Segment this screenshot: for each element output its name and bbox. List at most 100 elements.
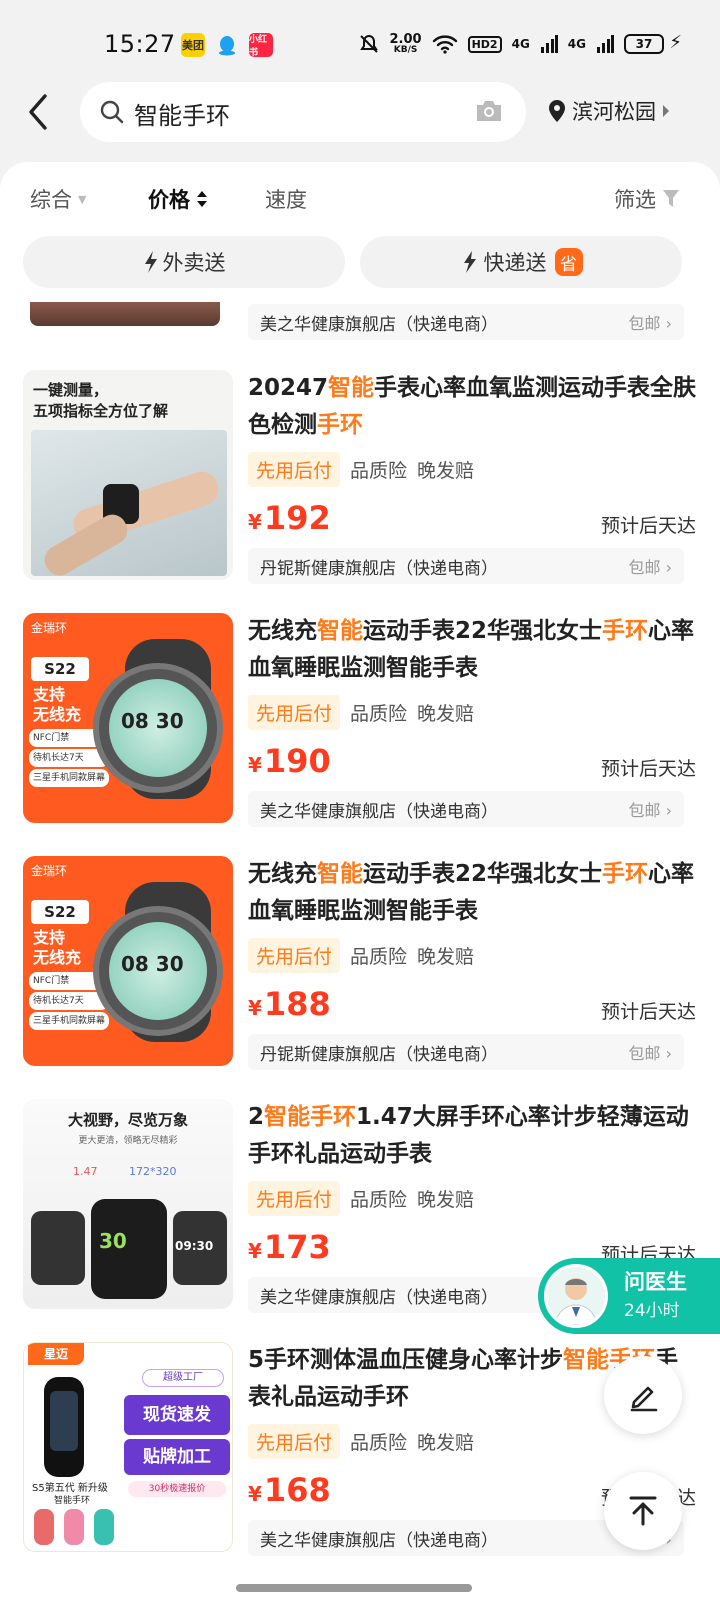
location-label: 滨河松园 (572, 100, 656, 124)
sort-price[interactable]: 价格 (148, 184, 208, 214)
delivery-filters: 外卖送 快递送 省 (0, 236, 720, 288)
price-row: ¥188 预计后天达 (248, 985, 698, 1031)
meituan-app-icon: 美团 (181, 33, 205, 57)
ask-doctor-title: 问医生 (624, 1270, 687, 1294)
sort-comprehensive-label: 综合 (30, 188, 72, 212)
takeout-label: 外卖送 (162, 251, 226, 275)
delivery-eta: 预计后天达 (600, 1001, 696, 1023)
product-title[interactable]: 无线充智能运动手表22华强北女士手环心率血氧睡眠监测智能手表 (248, 856, 698, 930)
product-card[interactable]: 一键测量， 五项指标全方位了解 20247智能手表心率血氧监测运动手表全肤色检测… (0, 370, 720, 610)
product-thumbnail[interactable]: 金瑞环 S22 支持 无线充 NFC门禁 待机长达7天 三星手机同款屏幕 08 … (23, 856, 233, 1066)
store-name: 美之华健康旗舰店（快递电商） (260, 1287, 498, 1308)
product-title[interactable]: 2智能手环1.47大屏手环心率计步轻薄运动手环礼品运动手表 (248, 1099, 698, 1173)
service-tags: 先用后付 品质险 晚发赔 (248, 1181, 698, 1216)
product-info: 2智能手环1.47大屏手环心率计步轻薄运动手环礼品运动手表 先用后付 品质险 晚… (248, 1099, 698, 1274)
quality-insurance-tag: 品质险 (350, 946, 408, 968)
pay-later-tag: 先用后付 (248, 695, 341, 730)
filter-icon (663, 190, 679, 207)
band-screen: 30 (91, 1199, 167, 1299)
thumb-promo-1: 现货速发 (124, 1395, 230, 1435)
price-row: ¥190 预计后天达 (248, 742, 698, 788)
store-row[interactable]: 丹铌斯健康旗舰店（快递电商） 包邮 › (248, 1034, 684, 1070)
product-thumbnail[interactable]: 星迈 超级工厂 现货速发 贴牌加工 30秒极速报价 S5第五代 新升级 智能手环 (23, 1342, 233, 1552)
late-delivery-tag: 晚发赔 (417, 460, 475, 482)
product-card[interactable]: 金瑞环 S22 支持 无线充 NFC门禁 待机长达7天 三星手机同款屏幕 08 … (0, 613, 720, 853)
charging-icon: ⚡ (669, 32, 682, 53)
product-title[interactable]: 无线充智能运动手表22华强北女士手环心率血氧睡眠监测智能手表 (248, 613, 698, 687)
thumb-promo-2: 贴牌加工 (124, 1439, 230, 1475)
product-info: 无线充智能运动手表22华强北女士手环心率血氧睡眠监测智能手表 先用后付 品质险 … (248, 856, 698, 1031)
status-indicators: 2.00 KB/S HD2 4G 4G 37 (358, 28, 664, 60)
back-button[interactable] (18, 92, 58, 132)
sort-comprehensive[interactable]: 综合 ▼ (30, 184, 86, 214)
ask-doctor-button[interactable]: 问医生 24小时 (538, 1258, 720, 1334)
thumb-model: S5第五代 新升级 (32, 1483, 108, 1494)
sort-speed[interactable]: 速度 (265, 184, 307, 214)
battery-indicator: 37 (624, 34, 664, 54)
save-badge: 省 (554, 248, 583, 276)
price: ¥173 (248, 1228, 331, 1266)
late-delivery-tag: 晚发赔 (417, 1432, 475, 1454)
product-info: 20247智能手表心率血氧监测运动手表全肤色检测手环 先用后付 品质险 晚发赔 … (248, 370, 698, 545)
store-name: 丹铌斯健康旗舰店（快递电商） (260, 1044, 498, 1065)
thumb-feature: 支持 无线充 (33, 928, 82, 967)
product-card[interactable]: 金瑞环 S22 支持 无线充 NFC门禁 待机长达7天 三星手机同款屏幕 08 … (0, 856, 720, 1096)
xiaohongshu-app-icon: 小红书 (249, 33, 273, 58)
search-input[interactable]: 智能手环 (80, 82, 526, 142)
store-row[interactable]: 美之华健康旗舰店（快递电商） 包邮 › (248, 304, 684, 340)
store-name: 美之华健康旗舰店（快递电商） (260, 314, 498, 335)
takeout-delivery-button[interactable]: 外卖送 (23, 236, 345, 288)
caret-down-icon: ▼ (78, 192, 87, 206)
status-bar: 15:27 美团 小红书 2.00 KB/S HD2 4G 4G 37 ⚡ (0, 0, 720, 84)
search-icon (100, 100, 124, 124)
express-truck-icon (463, 251, 476, 273)
quality-insurance-tag: 品质险 (350, 1432, 408, 1454)
watch-face: 08 30 (93, 906, 223, 1036)
express-delivery-button[interactable]: 快递送 省 (360, 236, 682, 288)
sort-bar: 综合 ▼ 价格 速度 筛选 (0, 184, 720, 224)
store-name: 美之华健康旗舰店（快递电商） (260, 801, 498, 822)
price: ¥190 (248, 742, 331, 780)
location-pin-icon (549, 100, 565, 122)
late-delivery-tag: 晚发赔 (417, 946, 475, 968)
edit-button[interactable] (604, 1356, 682, 1434)
qq-app-icon (216, 33, 238, 57)
pay-later-tag: 先用后付 (248, 452, 341, 487)
quality-insurance-tag: 品质险 (350, 1189, 408, 1211)
lightning-icon (144, 251, 157, 273)
thumb-brand: 金瑞环 (31, 621, 68, 635)
product-thumb-partial[interactable] (30, 302, 220, 326)
thumb-caption: 一键测量， 五项指标全方位了解 (33, 381, 169, 420)
price: ¥188 (248, 985, 331, 1023)
store-row[interactable]: 美之华健康旗舰店（快递电商） 包邮 › (248, 791, 684, 827)
pencil-icon (630, 1386, 658, 1412)
signal-4g-icon: 4G (511, 37, 530, 51)
product-thumbnail[interactable]: 大视野，尽览万象 更大更清，领略无尽精彩 1.47 172*320 30 09:… (23, 1099, 233, 1309)
product-thumbnail[interactable]: 金瑞环 S22 支持 无线充 NFC门禁 待机长达7天 三星手机同款屏幕 08 … (23, 613, 233, 823)
thumb-factory: 超级工厂 (142, 1369, 224, 1387)
filter-button[interactable]: 筛选 (614, 184, 680, 214)
thumb-headline: 大视野，尽览万象 (67, 1111, 188, 1129)
back-to-top-button[interactable] (604, 1472, 682, 1550)
store-row[interactable]: 丹铌斯健康旗舰店（快递电商） 包邮 › (248, 548, 684, 584)
delivery-eta: 预计后天达 (600, 758, 696, 780)
band-device (44, 1377, 84, 1477)
service-tags: 先用后付 品质险 晚发赔 (248, 452, 698, 487)
product-title[interactable]: 20247智能手表心率血氧监测运动手表全肤色检测手环 (248, 370, 698, 444)
location-selector[interactable]: 滨河松园 (548, 96, 670, 126)
thumb-spec-size: 1.47 (73, 1165, 98, 1178)
camera-icon[interactable] (474, 98, 504, 124)
price: ¥192 (248, 499, 331, 537)
quality-insurance-tag: 品质险 (350, 703, 408, 725)
signal-4g-icon-2: 4G (567, 37, 586, 51)
ship-label: 包邮 › (628, 314, 673, 333)
price-row: ¥192 预计后天达 (248, 499, 698, 545)
service-tags: 先用后付 品质险 晚发赔 (248, 695, 698, 730)
sort-updown-icon (197, 191, 207, 207)
home-indicator[interactable] (236, 1584, 472, 1592)
product-thumbnail[interactable]: 一键测量， 五项指标全方位了解 (23, 370, 233, 580)
thumb-category: 智能手环 (54, 1496, 91, 1506)
thumb-model: S22 (31, 900, 89, 924)
wrist-photo (31, 430, 227, 580)
thumb-subline: 更大更清，领略无尽精彩 (78, 1136, 178, 1146)
